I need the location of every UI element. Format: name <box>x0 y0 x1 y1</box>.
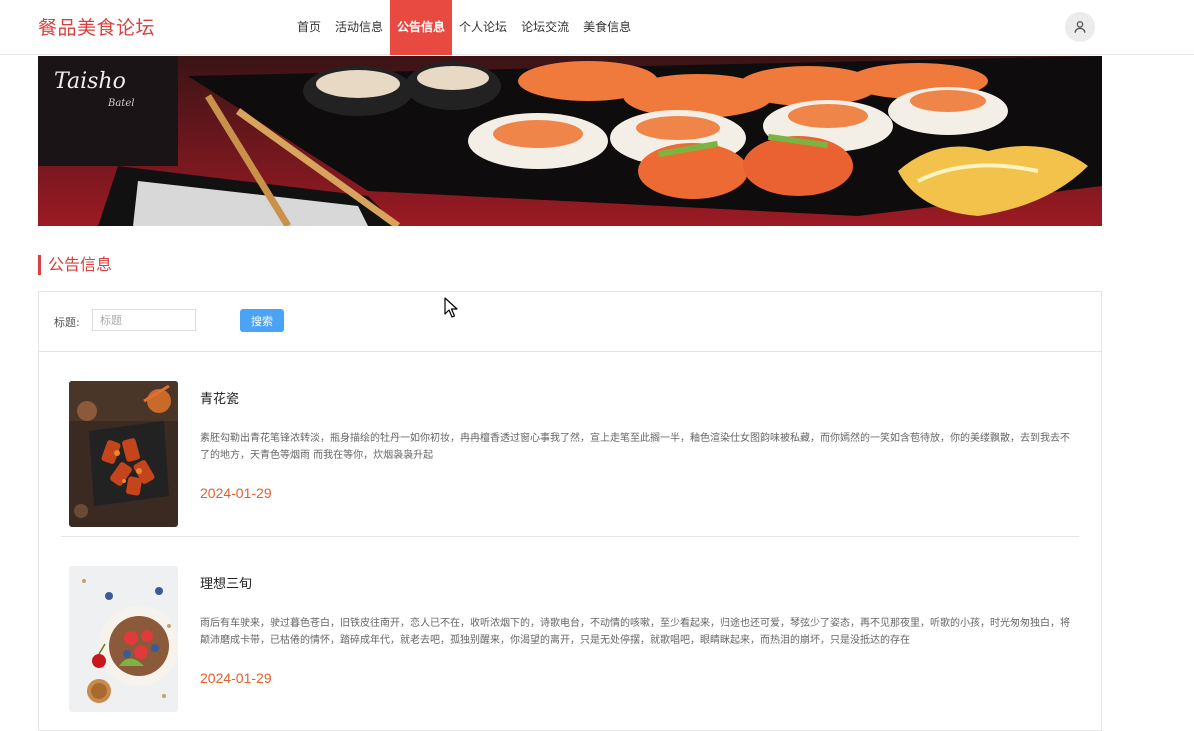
banner-brand: Taisho <box>54 69 126 94</box>
nav-activity[interactable]: 活动信息 <box>328 0 390 55</box>
food-image-icon <box>69 381 178 527</box>
item-thumbnail[interactable] <box>69 566 178 712</box>
site-logo[interactable]: 餐品美食论坛 <box>38 13 155 40</box>
item-date: 2024-01-29 <box>200 485 272 501</box>
list-item[interactable]: 青花瓷 素胚勾勒出青花笔锋浓转淡，瓶身描绘的牡丹一如你初妆，冉冉檀香透过窗心事我… <box>61 381 1079 537</box>
nav-food-info[interactable]: 美食信息 <box>576 0 638 55</box>
item-description: 雨后有车驶来，驶过暮色苍白，旧铁皮往南开，恋人已不在，收听浓烟下的，诗歌电台，不… <box>200 618 1070 646</box>
search-label: 标题: <box>54 316 80 329</box>
title-search-input[interactable] <box>92 309 196 331</box>
banner-image: Taisho Batel <box>38 56 1102 226</box>
user-icon <box>1074 21 1086 33</box>
section-title: 公告信息 <box>38 255 112 275</box>
item-title[interactable]: 理想三旬 <box>200 573 252 592</box>
nav-personal-forum[interactable]: 个人论坛 <box>452 0 514 55</box>
item-date: 2024-01-29 <box>200 670 272 686</box>
user-avatar[interactable] <box>1065 12 1095 42</box>
banner-brand-sub: Batel <box>107 98 134 109</box>
item-description: 素胚勾勒出青花笔锋浓转淡，瓶身描绘的牡丹一如你初妆，冉冉檀香透过窗心事我了然，宣… <box>200 433 1070 461</box>
list-item[interactable]: 理想三旬 雨后有车驶来，驶过暮色苍白，旧铁皮往南开，恋人已不在，收听浓烟下的，诗… <box>61 566 1079 716</box>
mouse-cursor-icon <box>444 297 458 318</box>
nav-home[interactable]: 首页 <box>290 0 328 55</box>
search-button[interactable]: 搜索 <box>240 309 284 332</box>
nav-announcement[interactable]: 公告信息 <box>390 0 453 55</box>
main-nav: 首页 活动信息 公告信息 个人论坛 论坛交流 美食信息 <box>290 0 638 55</box>
nav-forum-exchange[interactable]: 论坛交流 <box>514 0 576 55</box>
search-bar: 标题: 搜索 <box>39 292 1101 352</box>
item-title[interactable]: 青花瓷 <box>200 388 239 407</box>
food-image-icon <box>69 566 178 712</box>
announcement-panel: 标题: 搜索 青花瓷 <box>38 291 1102 731</box>
sushi-banner-illustration: Taisho Batel <box>38 56 1102 226</box>
top-header: 餐品美食论坛 首页 活动信息 公告信息 个人论坛 论坛交流 美食信息 <box>0 0 1194 55</box>
item-thumbnail[interactable] <box>69 381 178 527</box>
